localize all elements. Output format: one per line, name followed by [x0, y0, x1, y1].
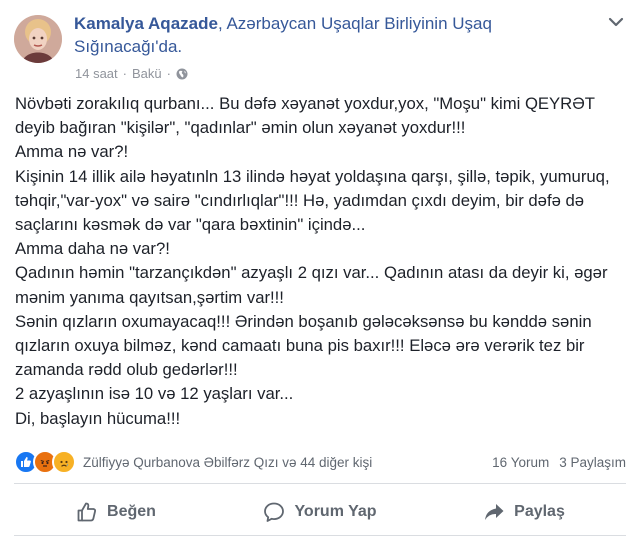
- place-link[interactable]: Bakü: [132, 66, 162, 81]
- comment-count[interactable]: 16 Yorum: [492, 455, 549, 470]
- avatar[interactable]: [14, 15, 62, 63]
- author-line: Kamalya Aqazade, Azərbaycan Uşaqlar Birl…: [74, 12, 574, 58]
- share-icon: [485, 504, 504, 520]
- comment-button[interactable]: Yorum Yap: [218, 493, 422, 531]
- action-bar: Beğen Yorum Yap Paylaş: [14, 493, 626, 531]
- like-label: Beğen: [107, 503, 156, 520]
- post-paragraph: Di, başlayın hücuma!!!: [15, 408, 181, 428]
- post-paragraph: Amma nə var?!: [15, 142, 129, 162]
- separator: ·: [166, 66, 171, 81]
- post-text: Növbəti zorakılıq qurbanı... Bu dəfə xəy…: [15, 92, 627, 431]
- reaction-icons[interactable]: [14, 450, 76, 474]
- timestamp[interactable]: 14 saat: [75, 66, 118, 81]
- share-count[interactable]: 3 Paylaşım: [559, 455, 626, 470]
- divider: [14, 535, 626, 536]
- post-paragraph: Növbəti zorakılıq qurbanı... Bu dəfə xəy…: [15, 94, 595, 138]
- globe-icon: [176, 68, 188, 79]
- reactor-names[interactable]: Zülfiyyə Qurbanova Əbilfərz Qızı və 44 d…: [83, 455, 492, 470]
- comment-icon: [264, 502, 285, 522]
- post-paragraph: Qadının həmin "tarzançıkdən" azyaşlı 2 q…: [15, 263, 608, 307]
- thumbs-up-icon: [77, 502, 97, 522]
- share-label: Paylaş: [514, 503, 565, 520]
- reactions-bar: Zülfiyyə Qurbanova Əbilfərz Qızı və 44 d…: [14, 450, 626, 474]
- sad-icon: [52, 450, 76, 474]
- engagement-counts: 16 Yorum 3 Paylaşım: [492, 455, 626, 470]
- author-name[interactable]: Kamalya Aqazade: [74, 14, 218, 33]
- divider: [14, 483, 626, 484]
- post-paragraph: Kişinin 14 illik ailə həyatınln 13 ilind…: [15, 166, 610, 235]
- like-button[interactable]: Beğen: [14, 493, 218, 531]
- post-header: Kamalya Aqazade, Azərbaycan Uşaqlar Birl…: [74, 12, 574, 58]
- avatar-image: [14, 15, 62, 63]
- post-meta: 14 saat · Bakü ·: [75, 66, 188, 81]
- post-paragraph: Amma daha nə var?!: [15, 239, 170, 259]
- separator: ·: [122, 66, 127, 81]
- share-button[interactable]: Paylaş: [422, 493, 626, 531]
- chevron-down-icon[interactable]: [608, 16, 624, 28]
- post-paragraph: Sənin qızların oxumayacaq!!! Ərindən boş…: [15, 311, 592, 380]
- facebook-post: Kamalya Aqazade, Azərbaycan Uşaqlar Birl…: [0, 0, 638, 547]
- comment-label: Yorum Yap: [294, 503, 377, 520]
- post-paragraph: 2 azyaşlının isə 10 və 12 yaşları var...: [15, 384, 294, 404]
